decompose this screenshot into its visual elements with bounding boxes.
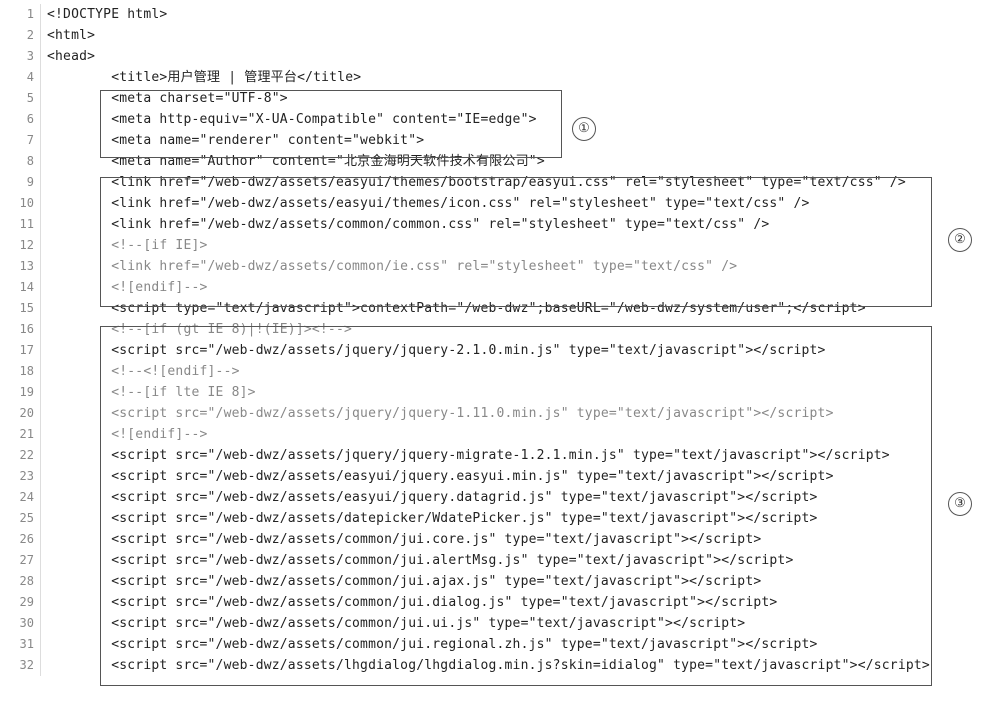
code-text: <html> (41, 25, 1000, 46)
code-editor: 1<!DOCTYPE html>2<html>3<head>4 <title>用… (0, 0, 1000, 684)
code-line: 28 <script src="/web-dwz/assets/common/j… (0, 571, 1000, 592)
code-text: <!--<![endif]--> (41, 361, 1000, 382)
code-text: <script src="/web-dwz/assets/common/jui.… (41, 634, 1000, 655)
line-number: 7 (0, 130, 41, 151)
line-number: 24 (0, 487, 41, 508)
line-number: 17 (0, 340, 41, 361)
code-line: 9 <link href="/web-dwz/assets/easyui/the… (0, 172, 1000, 193)
line-number: 5 (0, 88, 41, 109)
code-line: 21 <![endif]--> (0, 424, 1000, 445)
line-number: 22 (0, 445, 41, 466)
line-number: 9 (0, 172, 41, 193)
code-line: 13 <link href="/web-dwz/assets/common/ie… (0, 256, 1000, 277)
code-line: 18 <!--<![endif]--> (0, 361, 1000, 382)
line-number: 15 (0, 298, 41, 319)
code-line: 15 <script type="text/javascript">contex… (0, 298, 1000, 319)
line-number: 25 (0, 508, 41, 529)
code-text: <!--[if lte IE 8]> (41, 382, 1000, 403)
code-text: <link href="/web-dwz/assets/easyui/theme… (41, 172, 1000, 193)
code-text: <meta http-equiv="X-UA-Compatible" conte… (41, 109, 1000, 130)
code-line: 12 <!--[if IE]> (0, 235, 1000, 256)
code-line: 7 <meta name="renderer" content="webkit"… (0, 130, 1000, 151)
code-text: <!--[if (gt IE 8)|!(IE)]><!--> (41, 319, 1000, 340)
line-number: 27 (0, 550, 41, 571)
code-text: <script src="/web-dwz/assets/common/jui.… (41, 529, 1000, 550)
code-text: <script type="text/javascript">contextPa… (41, 298, 1000, 319)
code-text: <script src="/web-dwz/assets/lhgdialog/l… (41, 655, 1000, 676)
line-number: 13 (0, 256, 41, 277)
code-text: <meta name="Author" content="北京金海明天软件技术有… (41, 151, 1000, 172)
code-text: <script src="/web-dwz/assets/common/jui.… (41, 571, 1000, 592)
line-number: 16 (0, 319, 41, 340)
code-text: <script src="/web-dwz/assets/easyui/jque… (41, 466, 1000, 487)
code-text: <link href="/web-dwz/assets/common/ie.cs… (41, 256, 1000, 277)
line-number: 12 (0, 235, 41, 256)
code-line: 32 <script src="/web-dwz/assets/lhgdialo… (0, 655, 1000, 676)
code-text: <link href="/web-dwz/assets/common/commo… (41, 214, 1000, 235)
code-line: 14 <![endif]--> (0, 277, 1000, 298)
code-line: 16 <!--[if (gt IE 8)|!(IE)]><!--> (0, 319, 1000, 340)
code-line: 11 <link href="/web-dwz/assets/common/co… (0, 214, 1000, 235)
code-line: 5 <meta charset="UTF-8"> (0, 88, 1000, 109)
line-number: 4 (0, 67, 41, 88)
line-number: 26 (0, 529, 41, 550)
code-line: 22 <script src="/web-dwz/assets/jquery/j… (0, 445, 1000, 466)
line-number: 32 (0, 655, 41, 676)
line-number: 6 (0, 109, 41, 130)
line-number: 14 (0, 277, 41, 298)
code-line: 8 <meta name="Author" content="北京金海明天软件技… (0, 151, 1000, 172)
line-number: 10 (0, 193, 41, 214)
code-text: <link href="/web-dwz/assets/easyui/theme… (41, 193, 1000, 214)
code-line: 27 <script src="/web-dwz/assets/common/j… (0, 550, 1000, 571)
line-number: 1 (0, 4, 41, 25)
code-line: 1<!DOCTYPE html> (0, 4, 1000, 25)
code-line: 17 <script src="/web-dwz/assets/jquery/j… (0, 340, 1000, 361)
code-line: 24 <script src="/web-dwz/assets/easyui/j… (0, 487, 1000, 508)
code-text: <title>用户管理 | 管理平台</title> (41, 67, 1000, 88)
line-number: 20 (0, 403, 41, 424)
code-line: 30 <script src="/web-dwz/assets/common/j… (0, 613, 1000, 634)
code-text: <![endif]--> (41, 277, 1000, 298)
code-line: 6 <meta http-equiv="X-UA-Compatible" con… (0, 109, 1000, 130)
code-text: <!DOCTYPE html> (41, 4, 1000, 25)
code-text: <![endif]--> (41, 424, 1000, 445)
code-text: <script src="/web-dwz/assets/easyui/jque… (41, 487, 1000, 508)
code-text: <!--[if IE]> (41, 235, 1000, 256)
code-text: <meta charset="UTF-8"> (41, 88, 1000, 109)
code-line: 10 <link href="/web-dwz/assets/easyui/th… (0, 193, 1000, 214)
code-line: 19 <!--[if lte IE 8]> (0, 382, 1000, 403)
code-line: 3<head> (0, 46, 1000, 67)
code-line: 20 <script src="/web-dwz/assets/jquery/j… (0, 403, 1000, 424)
line-number: 30 (0, 613, 41, 634)
line-number: 2 (0, 25, 41, 46)
line-number: 28 (0, 571, 41, 592)
code-text: <script src="/web-dwz/assets/common/jui.… (41, 592, 1000, 613)
code-text: <script src="/web-dwz/assets/jquery/jque… (41, 445, 1000, 466)
code-line: 2<html> (0, 25, 1000, 46)
code-line: 25 <script src="/web-dwz/assets/datepick… (0, 508, 1000, 529)
line-number: 18 (0, 361, 41, 382)
code-line: 29 <script src="/web-dwz/assets/common/j… (0, 592, 1000, 613)
code-line: 26 <script src="/web-dwz/assets/common/j… (0, 529, 1000, 550)
code-line: 31 <script src="/web-dwz/assets/common/j… (0, 634, 1000, 655)
code-text: <meta name="renderer" content="webkit"> (41, 130, 1000, 151)
code-text: <script src="/web-dwz/assets/datepicker/… (41, 508, 1000, 529)
code-line: 23 <script src="/web-dwz/assets/easyui/j… (0, 466, 1000, 487)
code-text: <head> (41, 46, 1000, 67)
code-text: <script src="/web-dwz/assets/jquery/jque… (41, 403, 1000, 424)
line-number: 23 (0, 466, 41, 487)
code-editor-viewport: 1<!DOCTYPE html>2<html>3<head>4 <title>用… (0, 0, 1000, 684)
line-number: 11 (0, 214, 41, 235)
code-line: 4 <title>用户管理 | 管理平台</title> (0, 67, 1000, 88)
line-number: 31 (0, 634, 41, 655)
line-number: 8 (0, 151, 41, 172)
code-text: <script src="/web-dwz/assets/common/jui.… (41, 550, 1000, 571)
line-number: 19 (0, 382, 41, 403)
line-number: 3 (0, 46, 41, 67)
code-text: <script src="/web-dwz/assets/jquery/jque… (41, 340, 1000, 361)
line-number: 21 (0, 424, 41, 445)
code-text: <script src="/web-dwz/assets/common/jui.… (41, 613, 1000, 634)
line-number: 29 (0, 592, 41, 613)
